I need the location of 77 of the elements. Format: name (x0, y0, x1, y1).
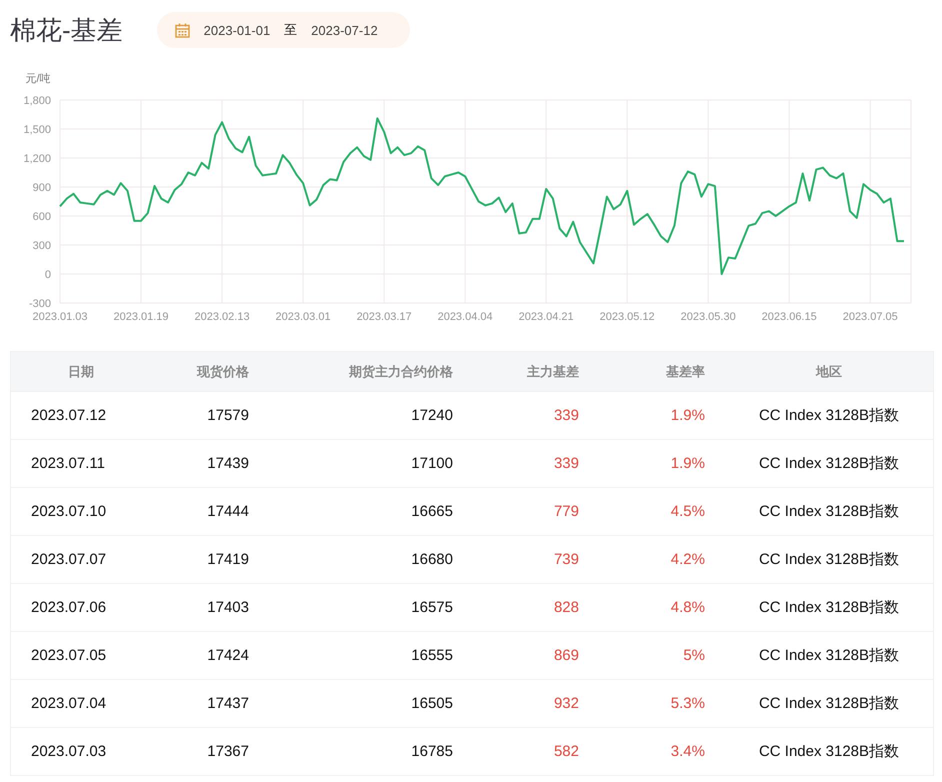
table-cell-text: 869 (552, 647, 580, 664)
table-cell-text: 828 (552, 599, 580, 616)
table-cell-text: 17437 (206, 695, 250, 712)
y-tick-label: 1,800 (23, 95, 51, 107)
table-cell-text: 582 (552, 743, 580, 760)
y-tick-label: 300 (32, 240, 51, 252)
table-cell-text: 4.8% (670, 599, 706, 616)
column-header: 现货价格 (196, 362, 250, 380)
x-tick-label: 2023.05.12 (600, 311, 655, 323)
table-cell-text: 932 (552, 695, 580, 712)
table-cell-text: 17240 (410, 407, 454, 424)
x-tick-label: 2023.02.13 (194, 311, 250, 323)
column-header: 主力基差 (526, 362, 580, 380)
column-header: 基差率 (665, 362, 706, 380)
table-cell-text: 17367 (206, 743, 250, 760)
column-header: 地区 (814, 362, 843, 380)
x-tick-label: 2023.05.30 (680, 311, 736, 323)
table-cell-text: 4.2% (670, 551, 706, 568)
table-cell-text: 17424 (206, 647, 250, 664)
table-cell-text: CC Index 3128B指数 (758, 742, 900, 761)
y-tick-label: 1,500 (23, 124, 51, 136)
table-cell-text: 2023.07.06 (30, 599, 108, 616)
table-cell-text: 3.4% (670, 743, 706, 760)
table-cell-text: 339 (552, 407, 580, 424)
x-tick-label: 2023.04.04 (438, 311, 493, 323)
table-cell-text: CC Index 3128B指数 (758, 694, 900, 713)
table-cell-text: 17439 (206, 455, 250, 472)
table-cell-text: 17419 (206, 551, 250, 568)
table-cell-text: 2023.07.04 (30, 695, 108, 712)
table-cell-text: 16785 (410, 743, 454, 760)
table-cell-text: 17444 (206, 503, 250, 520)
table-cell-text: 1.9% (670, 407, 706, 424)
table-cell-text: 5.3% (670, 695, 706, 712)
table-cell-text: 16680 (410, 551, 454, 568)
table-cell-text: 17403 (206, 599, 250, 616)
table-cell-text: 17100 (410, 455, 454, 472)
x-tick-label: 2023.03.17 (356, 311, 412, 323)
table-cell-text: CC Index 3128B指数 (758, 406, 900, 425)
y-tick-label: 1,200 (23, 153, 51, 165)
table-cell-text: 2023.07.07 (30, 551, 108, 568)
table-cell-text: 16505 (410, 695, 454, 712)
table-cell-text: 5% (682, 647, 706, 664)
x-tick-label: 2023.03.01 (276, 311, 331, 323)
table-cell-text: CC Index 3128B指数 (758, 454, 900, 473)
column-header: 期货主力合约价格 (348, 362, 454, 380)
table-cell-text: 16555 (410, 647, 454, 664)
table-cell-text: CC Index 3128B指数 (758, 646, 900, 665)
table-cell-text: 2023.07.12 (30, 407, 108, 424)
table-cell-text: 339 (552, 455, 580, 472)
calendar-icon (174, 22, 190, 38)
y-axis-label: 元/吨 (25, 73, 51, 85)
x-tick-label: 2023.07.05 (842, 311, 898, 323)
y-tick-label: 600 (32, 211, 51, 223)
table-cell-text: 16665 (410, 503, 454, 520)
table-cell-text: 17579 (206, 407, 250, 424)
table-cell-text: CC Index 3128B指数 (758, 502, 900, 521)
table-cell-text: 1.9% (670, 455, 706, 472)
table-cell-text: 2023.07.10 (30, 503, 108, 520)
table-cell-text: 779 (552, 503, 580, 520)
y-tick-label: 0 (44, 269, 51, 281)
x-tick-label: 2023.04.21 (518, 311, 574, 323)
x-tick-label: 2023.06.15 (762, 311, 817, 323)
column-header: 日期 (67, 362, 95, 380)
table-cell-text: 2023.07.11 (30, 455, 106, 472)
x-tick-label: 2023.01.03 (32, 311, 88, 323)
table-cell-text: CC Index 3128B指数 (758, 550, 900, 569)
table-cell-text: CC Index 3128B指数 (758, 598, 900, 617)
y-tick-label: 900 (32, 182, 51, 194)
y-tick-label: -300 (28, 298, 51, 310)
table-cell-text: 2023.07.03 (30, 743, 108, 760)
table-cell-text: 16575 (410, 599, 454, 616)
table-cell-text: 4.5% (670, 503, 706, 520)
date-range-picker[interactable]: 2023-01-01 至 2023-07-12 (156, 12, 410, 48)
table-cell-text: 739 (552, 551, 580, 568)
page-title: 棉花-基差 (10, 14, 123, 47)
x-tick-label: 2023.01.19 (114, 311, 169, 323)
table-cell-text: 2023.07.05 (30, 647, 108, 664)
